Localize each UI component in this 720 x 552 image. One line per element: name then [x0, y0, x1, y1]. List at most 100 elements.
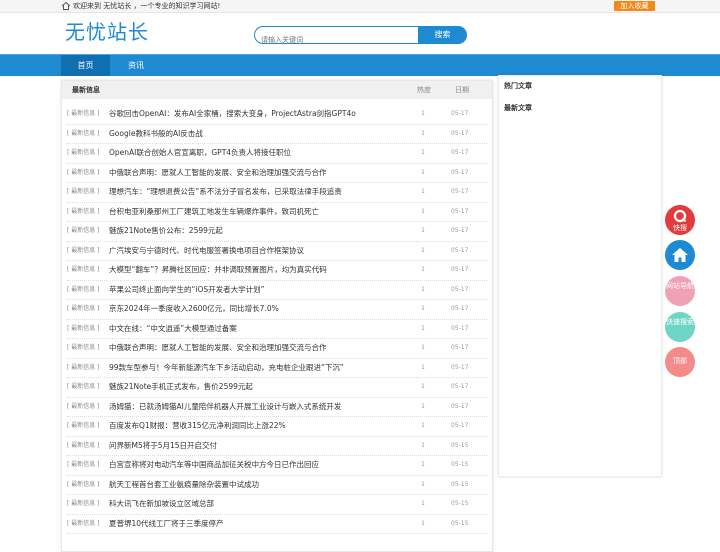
home-icon — [672, 248, 688, 262]
article-title-link[interactable]: 理想汽车：“理想退费公告”系不法分子冒名发布，已采取法律手段追责 — [109, 182, 342, 201]
article-title-link[interactable]: 谷歌回击OpenAI：发布AI全家桶，搜索大变身，ProjectAstra剑指G… — [109, 104, 356, 123]
list-item[interactable]: [ 最新信息 ] 广汽埃安与宁德时代、时代电服签署换电项目合作框架协议 1 05-17 — [67, 241, 487, 261]
article-title-link[interactable]: 百度发布Q1财报：营收315亿元净利润同比上涨22% — [109, 416, 286, 435]
hot-count: 1 — [421, 519, 425, 527]
list-item[interactable]: [ 最新信息 ] 航天工程首台套工业氨痕量除杂装置中试成功 1 05-15 — [67, 475, 487, 495]
float-label: 快速搜索 — [666, 318, 694, 326]
float-site-nav-button[interactable]: 网站导航 — [665, 276, 695, 306]
hot-count: 1 — [421, 500, 425, 507]
category-tag: [ 最新信息 ] — [67, 461, 100, 468]
hot-count: 1 — [421, 246, 425, 254]
hot-count: 1 — [421, 480, 425, 488]
article-title-link[interactable]: 中文在线：“中文逍遥”大模型通过备案 — [109, 319, 237, 338]
article-title-link[interactable]: OpenAI联合创始人官宣离职，GPT4负责人将接任职位 — [109, 143, 291, 162]
list-item[interactable]: [ 最新信息 ] 99款车型参与！今年新能源汽车下乡活动启动，充电桩企业跟进“下沉… — [67, 358, 487, 378]
panel-header: 最新信息 热度 日期 — [62, 81, 492, 99]
post-date: 05-15 — [451, 461, 469, 468]
article-title-link[interactable]: 航天工程首台套工业氨痕量除杂装置中试成功 — [109, 475, 259, 494]
list-item[interactable]: [ 最新信息 ] 中文在线：“中文逍遥”大模型通过备案 1 05-17 — [67, 319, 487, 339]
post-date: 05-17 — [451, 383, 469, 390]
post-date: 05-17 — [451, 110, 469, 117]
list-item[interactable]: [ 最新信息 ] 谷歌回击OpenAI：发布AI全家桶，搜索大变身，Project… — [67, 104, 487, 125]
latest-info-panel: 最新信息 热度 日期 [ 最新信息 ] 谷歌回击OpenAI：发布AI全家桶，搜索… — [61, 80, 493, 552]
article-title-link[interactable]: 夏普堺10代线工厂将于三季度停产 — [109, 514, 224, 533]
column-header-date: 日期 — [455, 86, 469, 94]
article-title-link[interactable]: 京东2024年一季度收入2600亿元，同比增长7.0% — [109, 299, 279, 318]
post-date: 05-17 — [451, 227, 469, 234]
hot-count: 1 — [421, 168, 425, 176]
list-item[interactable]: [ 最新信息 ] 台积电亚利桑那州工厂建筑工地发生车辆爆炸事件，致司机死亡 1 05-… — [67, 202, 487, 222]
article-title-link[interactable]: 中俄联合声明：愿就人工智能的发展、安全和治理加强交流与合作 — [109, 163, 327, 182]
article-title-link[interactable]: 苹果公司终止面向学生的“iOS开发者大学计划” — [109, 280, 265, 299]
category-tag: [ 最新信息 ] — [67, 402, 100, 410]
category-tag: [ 最新信息 ] — [67, 110, 100, 117]
list-item[interactable]: [ 最新信息 ] 理想汽车：“理想退费公告”系不法分子冒名发布，已采取法律手段追责… — [67, 182, 487, 203]
list-item[interactable]: [ 最新信息 ] 魅族21Note售价公布：2599元起 1 05-17 — [67, 221, 487, 242]
float-label: 快搜 — [673, 224, 687, 232]
list-item[interactable]: [ 最新信息 ] 白宫宣称将对电动汽车等中国商品加征关税中方今日已作出回应 1 05-… — [67, 455, 487, 476]
post-date: 05-17 — [451, 422, 469, 429]
list-item[interactable]: [ 最新信息 ] 中俄联合声明：愿就人工智能的发展、安全和治理加强交流与合作 1 05… — [67, 338, 487, 359]
list-item[interactable]: [ 最新信息 ] 魅族21Note手机正式发布，售价2599元起 1 05-17 — [67, 377, 487, 398]
hot-count: 1 — [421, 383, 425, 390]
category-tag: [ 最新信息 ] — [67, 168, 100, 176]
add-favorite-button[interactable]: 加入收藏 — [614, 1, 655, 11]
category-tag: [ 最新信息 ] — [67, 188, 100, 195]
float-quick-search-button[interactable]: 快搜 — [665, 205, 695, 235]
hot-count: 1 — [421, 422, 425, 429]
float-fast-search-button[interactable]: 快速搜索 — [665, 312, 695, 342]
article-title-link[interactable]: 汤姆猫：已就汤姆猫AI儿童陪伴机器人开展工业设计与嵌入式系统开发 — [109, 397, 341, 416]
article-title-link[interactable]: 科大讯飞在新加坡设立区域总部 — [109, 494, 214, 513]
post-date: 05-17 — [451, 344, 469, 351]
article-title-link[interactable]: 中俄联合声明：愿就人工智能的发展、安全和治理加强交流与合作 — [109, 338, 327, 357]
article-title-link[interactable]: 广汽埃安与宁德时代、时代电服签署换电项目合作框架协议 — [109, 241, 304, 260]
nav-tab-news[interactable]: 资讯 — [112, 55, 160, 76]
article-title-link[interactable]: 大模型“翻车”？昇腾社区回应：并非调取预置图片，均为真实代码 — [109, 260, 327, 279]
list-item[interactable]: [ 最新信息 ] OpenAI联合创始人官宣离职，GPT4负责人将接任职位 1 05-… — [67, 143, 487, 164]
search-box — [254, 26, 418, 48]
category-tag: [ 最新信息 ] — [67, 344, 100, 351]
float-home-button[interactable] — [665, 240, 695, 270]
search-input[interactable] — [255, 32, 411, 48]
hot-count: 1 — [421, 402, 425, 410]
hot-count: 1 — [421, 129, 425, 137]
list-item[interactable]: [ 最新信息 ] 大模型“翻车”？昇腾社区回应：并非调取预置图片，均为真实代码 1 0… — [67, 260, 487, 281]
article-title-link[interactable]: 魅族21Note售价公布：2599元起 — [109, 221, 223, 240]
list-item[interactable]: [ 最新信息 ] 科大讯飞在新加坡设立区域总部 1 05-15 — [67, 494, 487, 515]
search-button[interactable]: 搜索 — [418, 26, 467, 44]
sidebar-hot-articles-heading: 热门文章 — [504, 82, 532, 90]
list-item[interactable]: [ 最新信息 ] 苹果公司终止面向学生的“iOS开发者大学计划” 1 05-17 — [67, 280, 487, 300]
float-back-to-top-button[interactable]: 顶部 — [665, 347, 695, 377]
post-date: 05-17 — [451, 363, 469, 371]
float-label: 网站导航 — [666, 282, 694, 290]
post-date: 05-17 — [451, 266, 469, 273]
list-item[interactable]: [ 最新信息 ] 汤姆猫：已就汤姆猫AI儿童陪伴机器人开展工业设计与嵌入式系统开发… — [67, 397, 487, 417]
article-title-link[interactable]: Google教科书般的AI反击战 — [109, 124, 203, 143]
post-date: 05-17 — [451, 188, 469, 195]
post-date: 05-15 — [451, 500, 469, 507]
article-title-link[interactable]: 99款车型参与！今年新能源汽车下乡活动启动，充电桩企业跟进“下沉” — [109, 358, 344, 377]
nav-tab-home[interactable]: 首页 — [61, 55, 110, 76]
list-item[interactable]: [ 最新信息 ] 中俄联合声明：愿就人工智能的发展、安全和治理加强交流与合作 1 05… — [67, 163, 487, 183]
post-date: 05-17 — [451, 324, 469, 332]
category-tag: [ 最新信息 ] — [67, 422, 100, 429]
article-title-link[interactable]: 白宫宣称将对电动汽车等中国商品加征关税中方今日已作出回应 — [109, 455, 319, 474]
site-logo[interactable]: 无忧站长 — [65, 19, 149, 45]
hot-count: 1 — [421, 207, 425, 215]
float-label: 顶部 — [673, 357, 687, 365]
article-title-link[interactable]: 台积电亚利桑那州工厂建筑工地发生车辆爆炸事件，致司机死亡 — [109, 202, 319, 221]
list-item[interactable]: [ 最新信息 ] 京东2024年一季度收入2600亿元，同比增长7.0% 1 05-1… — [67, 299, 487, 320]
list-item[interactable]: [ 最新信息 ] 问界新M5将于5月15日开启交付 1 05-15 — [67, 436, 487, 456]
category-tag: [ 最新信息 ] — [67, 480, 100, 488]
article-title-link[interactable]: 问界新M5将于5月15日开启交付 — [109, 436, 217, 455]
top-bar: 欢迎来到 无忧站长 ，一个专业的知识学习网站! 加入收藏 — [0, 0, 720, 13]
category-tag: [ 最新信息 ] — [67, 441, 100, 449]
hot-count: 1 — [421, 188, 425, 195]
post-date: 05-17 — [451, 285, 469, 293]
home-icon — [61, 1, 71, 10]
list-item[interactable]: [ 最新信息 ] Google教科书般的AI反击战 1 05-17 — [67, 124, 487, 144]
list-item[interactable]: [ 最新信息 ] 夏普堺10代线工厂将于三季度停产 1 05-15 — [67, 514, 487, 534]
post-date: 05-17 — [451, 246, 469, 254]
article-title-link[interactable]: 魅族21Note手机正式发布，售价2599元起 — [109, 377, 253, 396]
list-item[interactable]: [ 最新信息 ] 百度发布Q1财报：营收315亿元净利润同比上涨22% 1 05-17 — [67, 416, 487, 437]
